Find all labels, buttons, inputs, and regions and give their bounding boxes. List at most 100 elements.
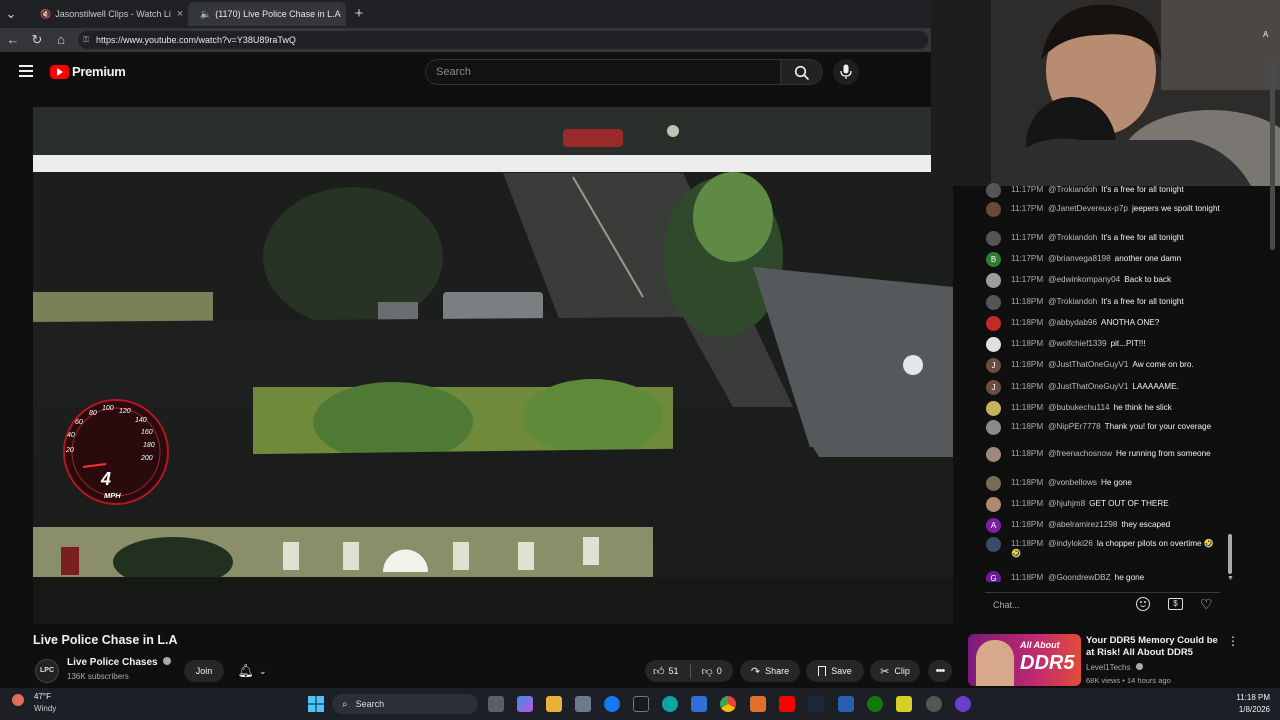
copilot-icon[interactable] xyxy=(517,696,533,712)
chat-avatar[interactable] xyxy=(986,337,1001,352)
chat-user[interactable]: @hjuhjm8 xyxy=(1048,499,1085,508)
heart-icon[interactable]: ♡ xyxy=(1200,596,1213,613)
chat-avatar[interactable]: A xyxy=(986,518,1001,533)
chat-avatar[interactable] xyxy=(986,497,1001,512)
url-field[interactable]: ⚿ https://www.youtube.com/watch?v=Y38U89… xyxy=(78,31,928,49)
start-button[interactable] xyxy=(308,696,324,712)
close-tab-icon[interactable]: × xyxy=(341,8,346,20)
chat-user[interactable]: @JanetDevereux-p7p xyxy=(1048,204,1128,213)
more-actions-button[interactable]: ••• xyxy=(928,660,952,682)
obs-icon[interactable] xyxy=(926,696,942,712)
page-scrollbar[interactable] xyxy=(1270,60,1275,250)
chat-user[interactable]: @NipPEr7778 xyxy=(1048,422,1100,431)
chat-user[interactable]: @vonbellows xyxy=(1048,478,1097,487)
edge-icon[interactable] xyxy=(662,696,678,712)
chat-avatar[interactable] xyxy=(986,273,1001,288)
chat-user[interactable]: @abelramirez1298 xyxy=(1048,520,1117,529)
chat-avatar[interactable]: J xyxy=(986,380,1001,395)
chat-avatar[interactable] xyxy=(986,537,1001,552)
app-icon[interactable] xyxy=(838,696,854,712)
tab-menu-icon[interactable]: ⌄ xyxy=(2,5,20,23)
super-chat-icon[interactable]: $ xyxy=(1168,598,1183,610)
chat-avatar[interactable] xyxy=(986,202,1001,217)
chat-time: 11:18PM xyxy=(1011,360,1044,369)
channel-avatar[interactable]: LPC xyxy=(35,659,59,683)
chat-avatar[interactable] xyxy=(986,476,1001,491)
search-button[interactable] xyxy=(781,59,823,85)
clock-date[interactable]: 1/8/2026 xyxy=(1200,705,1270,714)
video-player[interactable]: 20 40 60 80 100 120 140 160 180 200 4 MP… xyxy=(33,107,953,624)
emoji-icon[interactable] xyxy=(1136,597,1150,611)
file-explorer-icon[interactable] xyxy=(546,696,562,712)
dislike-button[interactable]: 👎︎ 0 xyxy=(702,665,722,678)
recommendation-thumbnail[interactable]: All About DDR5 xyxy=(968,634,1081,686)
chat-avatar[interactable] xyxy=(986,447,1001,462)
task-view-icon[interactable] xyxy=(488,696,504,712)
share-button[interactable]: ↷ Share xyxy=(740,660,800,682)
tab-youtube-chase[interactable]: 🔈 (1170) Live Police Chase in L.A × xyxy=(188,2,346,26)
clip-button[interactable]: ✂ Clip xyxy=(870,660,920,682)
chat-avatar[interactable]: B xyxy=(986,252,1001,267)
vlc-icon[interactable] xyxy=(750,696,766,712)
weather-temp: 47°F xyxy=(34,692,51,701)
chat-avatar[interactable]: G xyxy=(986,571,1001,582)
chat-user[interactable]: @indyloki26 xyxy=(1048,539,1093,548)
reload-icon[interactable]: ↻ xyxy=(28,31,46,49)
clock-time[interactable]: 11:18 PM xyxy=(1200,693,1270,702)
chat-scrollbar[interactable] xyxy=(1228,534,1232,574)
tab-kick-clips[interactable]: 🔇 Jasonstilwell Clips - Watch Li × xyxy=(28,2,186,26)
recommendation-channel[interactable]: Level1Techs xyxy=(1086,663,1130,672)
youtube-logo[interactable]: Premium xyxy=(50,64,126,79)
chat-avatar[interactable] xyxy=(986,316,1001,331)
taskbar-search[interactable]: ⌕ Search xyxy=(332,694,478,714)
chrome-icon[interactable] xyxy=(720,696,736,712)
channel-name[interactable]: Live Police Chases xyxy=(67,657,158,668)
chat-avatar[interactable] xyxy=(986,183,1001,198)
like-button[interactable]: 👍︎ 51 xyxy=(653,665,679,678)
save-button[interactable]: Save xyxy=(806,660,864,682)
calculator-icon[interactable] xyxy=(691,696,707,712)
youtube-app-icon[interactable] xyxy=(779,696,795,712)
notifications-button[interactable]: 🔔︎ ⌄ xyxy=(230,660,274,682)
chat-user[interactable]: @freenachosnow xyxy=(1048,449,1112,458)
chat-avatar[interactable] xyxy=(986,295,1001,310)
store-icon[interactable] xyxy=(575,696,591,712)
chat-avatar[interactable] xyxy=(986,231,1001,246)
home-icon[interactable]: ⌂ xyxy=(52,31,70,49)
join-button[interactable]: Join xyxy=(184,660,224,682)
chat-user[interactable]: @JustThatOneGuyV1 xyxy=(1048,360,1128,369)
chat-avatar[interactable]: J xyxy=(986,358,1001,373)
scroll-down-icon[interactable]: ▼ xyxy=(1227,575,1234,582)
search-input[interactable]: Search xyxy=(425,59,781,85)
site-info-icon[interactable]: ⚿ xyxy=(83,35,89,45)
bell-icon: 🔔︎ xyxy=(237,663,254,678)
chat-user[interactable]: @Trokiandoh xyxy=(1048,297,1097,306)
app-icon-2[interactable] xyxy=(955,696,971,712)
channel-name-row[interactable]: Live Police Chases xyxy=(67,657,172,668)
close-tab-icon[interactable]: × xyxy=(171,8,183,20)
notes-icon[interactable] xyxy=(896,696,912,712)
weather-widget[interactable] xyxy=(8,691,30,713)
recommendation-title[interactable]: Your DDR5 Memory Could be at Risk! All A… xyxy=(1086,635,1224,659)
chat-user[interactable]: @edwinkompany04 xyxy=(1048,275,1120,284)
xbox-icon[interactable] xyxy=(867,696,883,712)
steam-icon[interactable] xyxy=(808,696,824,712)
hamburger-menu-icon[interactable] xyxy=(19,65,33,77)
amazon-icon[interactable] xyxy=(633,696,649,712)
chat-user[interactable]: @brianvega8198 xyxy=(1048,254,1111,263)
back-icon[interactable]: ← xyxy=(4,31,22,49)
chat-input[interactable]: Chat... xyxy=(985,594,1130,616)
chat-user[interactable]: @bubukechu114 xyxy=(1048,403,1109,412)
facebook-icon[interactable] xyxy=(604,696,620,712)
recommendation-menu-icon[interactable]: ⋮ xyxy=(1227,634,1239,648)
chat-avatar[interactable] xyxy=(986,420,1001,435)
chat-user[interactable]: @Trokiandoh xyxy=(1048,185,1097,194)
chat-user[interactable]: @GoondrewDBZ xyxy=(1048,573,1110,582)
voice-search-button[interactable] xyxy=(833,59,859,85)
chat-user[interactable]: @Trokiandoh xyxy=(1048,233,1097,242)
chat-avatar[interactable] xyxy=(986,401,1001,416)
chat-user[interactable]: @abbydab96 xyxy=(1048,318,1097,327)
chat-user[interactable]: @wolfchief1339 xyxy=(1048,339,1106,348)
new-tab-icon[interactable]: + xyxy=(350,5,368,23)
chat-user[interactable]: @JustThatOneGuyV1 xyxy=(1048,382,1128,391)
